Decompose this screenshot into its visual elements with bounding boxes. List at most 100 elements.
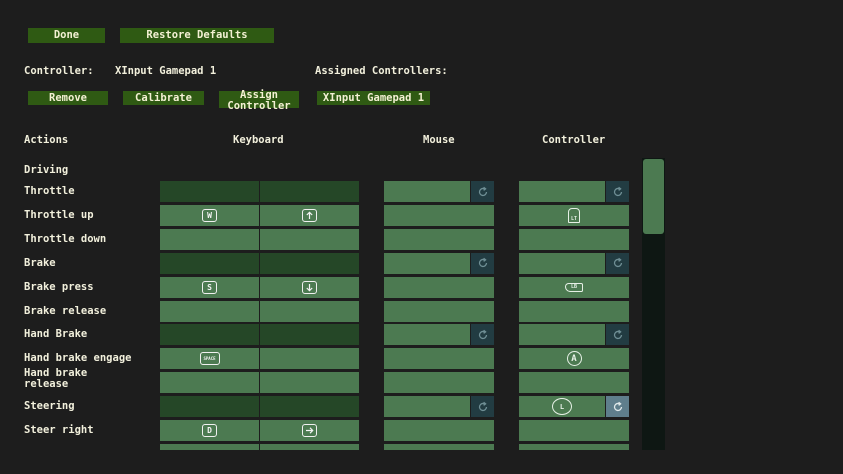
action-label: Steer right	[24, 424, 94, 436]
controller-binding[interactable]	[519, 252, 605, 274]
partial-row-cell[interactable]	[519, 443, 629, 450]
partial-row-cell[interactable]	[260, 443, 359, 450]
keyboard-header: Keyboard	[233, 134, 284, 146]
done-button[interactable]: Done	[28, 28, 105, 43]
controller-binding[interactable]	[519, 228, 629, 250]
rotate-icon	[478, 257, 487, 268]
restore-defaults-button[interactable]: Restore Defaults	[120, 28, 274, 43]
action-label: Steering	[24, 400, 75, 413]
mouse-binding[interactable]	[384, 420, 494, 441]
remove-button[interactable]: Remove	[28, 91, 108, 105]
keyboard-binding-primary[interactable]	[160, 252, 259, 274]
mouse-reset-button[interactable]	[471, 396, 494, 418]
keyboard-binding-primary[interactable]	[160, 372, 259, 394]
mouse-binding[interactable]	[384, 181, 470, 202]
action-label: Brake release	[24, 304, 107, 317]
keyboard-binding-secondary[interactable]	[260, 324, 359, 346]
key-space-icon: SPACE	[199, 352, 220, 366]
rotate-icon	[478, 329, 487, 339]
controller-reset-button[interactable]	[606, 181, 629, 202]
mouse-binding[interactable]	[384, 252, 470, 274]
keyboard-binding-secondary[interactable]	[260, 420, 359, 441]
mouse-binding[interactable]	[384, 204, 494, 226]
mouse-reset-button[interactable]	[471, 324, 494, 346]
keyboard-binding-primary[interactable]: D	[160, 420, 259, 441]
mouse-header: Mouse	[423, 134, 455, 146]
action-label: Throttle up	[24, 208, 94, 221]
mouse-binding[interactable]	[384, 372, 494, 394]
key-d-icon: D	[202, 424, 217, 437]
left-bumper-icon: LB	[565, 282, 583, 292]
controller-binding[interactable]	[519, 372, 629, 394]
mouse-reset-button[interactable]	[471, 181, 494, 202]
keyboard-binding-primary[interactable]: S	[160, 276, 259, 298]
rotate-icon	[613, 186, 622, 196]
mouse-binding[interactable]	[384, 396, 470, 418]
controller-header: Controller	[542, 134, 606, 146]
keyboard-binding-primary[interactable]: SPACE	[160, 348, 259, 370]
rotate-icon	[613, 329, 622, 339]
keyboard-binding-secondary[interactable]	[260, 300, 359, 322]
mouse-binding[interactable]	[384, 300, 494, 322]
action-label: Brake	[24, 256, 56, 269]
mouse-reset-button[interactable]	[471, 252, 494, 274]
left-trigger-icon: LT	[568, 207, 580, 223]
keyboard-binding-secondary[interactable]	[260, 276, 359, 298]
action-label: Hand brake release	[24, 367, 88, 391]
keyboard-binding-primary[interactable]	[160, 228, 259, 250]
rotate-icon	[613, 401, 622, 411]
controller-binding[interactable]: LB	[519, 276, 629, 298]
assigned-controller-item[interactable]: XInput Gamepad 1	[317, 91, 430, 105]
controller-reset-button[interactable]	[606, 396, 629, 418]
assign-controller-button[interactable]: Assign Controller	[219, 90, 299, 112]
calibrate-button[interactable]: Calibrate	[123, 91, 204, 105]
action-label: Throttle down	[24, 232, 107, 245]
controller-label: Controller:	[24, 65, 94, 77]
keyboard-binding-secondary[interactable]	[260, 252, 359, 274]
controller-reset-button[interactable]	[606, 252, 629, 274]
controller-binding[interactable]: A	[519, 348, 629, 370]
keyboard-binding-primary[interactable]	[160, 300, 259, 322]
a-button-icon: A	[566, 351, 582, 367]
controller-name: XInput Gamepad 1	[115, 65, 217, 77]
rotate-icon	[478, 186, 487, 196]
action-label: Hand brake engage	[24, 352, 132, 365]
partial-row-cell[interactable]	[160, 443, 259, 450]
keyboard-binding-secondary[interactable]	[260, 396, 359, 418]
keyboard-binding-secondary[interactable]	[260, 348, 359, 370]
mouse-binding[interactable]	[384, 348, 494, 370]
keyboard-binding-secondary[interactable]	[260, 228, 359, 250]
action-label: Brake press	[24, 280, 94, 293]
controller-reset-button[interactable]	[606, 324, 629, 346]
keyboard-binding-secondary[interactable]	[260, 204, 359, 226]
arrow-down-key-icon	[302, 280, 317, 294]
scrollbar-thumb[interactable]	[643, 159, 664, 234]
left-stick-icon: L	[552, 398, 572, 416]
controller-binding[interactable]	[519, 181, 605, 202]
controller-binding[interactable]	[519, 300, 629, 322]
keyboard-binding-primary[interactable]	[160, 396, 259, 418]
keyboard-binding-primary[interactable]	[160, 181, 259, 202]
arrow-right-key-icon	[302, 424, 317, 437]
assigned-controllers-label: Assigned Controllers:	[315, 65, 448, 77]
mouse-binding[interactable]	[384, 228, 494, 250]
key-w-icon: W	[202, 208, 217, 222]
keyboard-binding-primary[interactable]	[160, 324, 259, 346]
keyboard-binding-secondary[interactable]	[260, 181, 359, 202]
keyboard-binding-primary[interactable]: W	[160, 204, 259, 226]
action-label: Hand Brake	[24, 328, 88, 341]
key-s-icon: S	[202, 280, 217, 294]
rotate-icon	[478, 401, 487, 411]
partial-row-cell[interactable]	[384, 443, 494, 450]
rotate-icon	[613, 257, 622, 268]
arrow-up-key-icon	[302, 208, 317, 222]
controller-binding[interactable]: L	[519, 396, 605, 418]
action-label: Throttle	[24, 185, 75, 197]
keyboard-binding-secondary[interactable]	[260, 372, 359, 394]
controller-binding[interactable]	[519, 420, 629, 441]
mouse-binding[interactable]	[384, 324, 470, 346]
actions-header: Actions	[24, 134, 69, 146]
mouse-binding[interactable]	[384, 276, 494, 298]
controller-binding[interactable]	[519, 324, 605, 346]
controller-binding[interactable]: LT	[519, 204, 629, 226]
